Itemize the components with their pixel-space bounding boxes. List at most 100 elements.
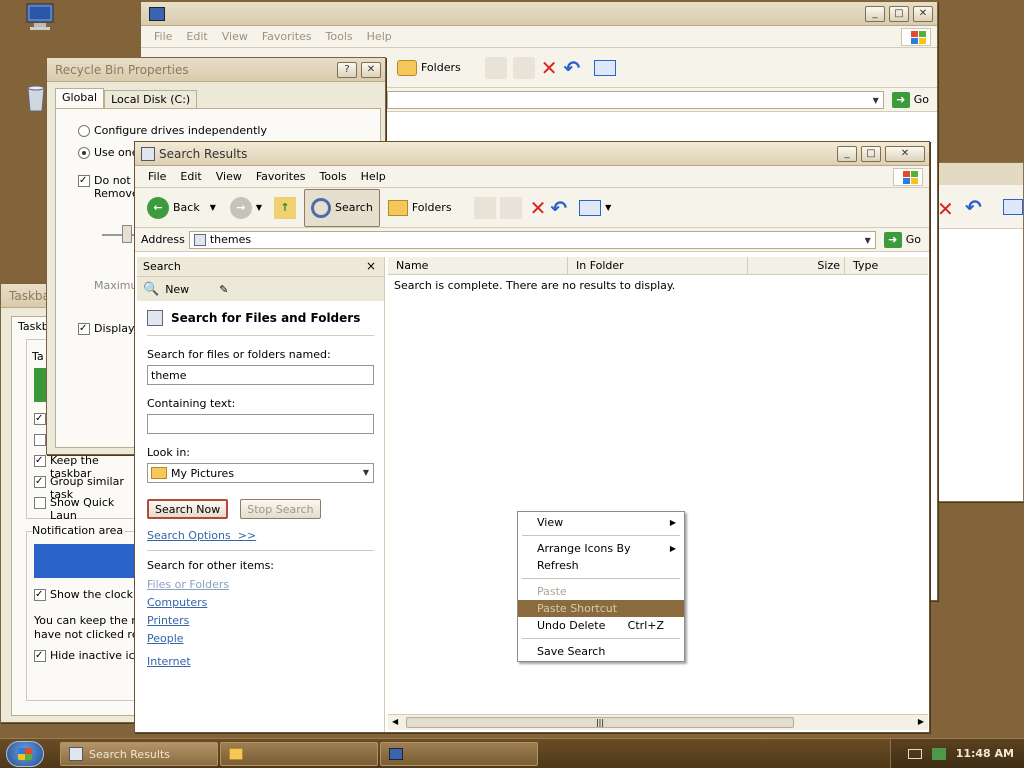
menu-file[interactable]: File: [147, 30, 179, 43]
checkbox-row[interactable]: ✓: [34, 413, 46, 425]
my-computer-desktop-icon[interactable]: [24, 2, 56, 34]
menu-item-paste-shortcut[interactable]: Paste Shortcut: [518, 600, 684, 617]
checkbox-clock[interactable]: ✓: [34, 589, 46, 601]
menu-favorites[interactable]: Favorites: [249, 170, 313, 183]
checkbox-hide-inactive[interactable]: ✓: [34, 650, 46, 662]
close-button[interactable]: ✕: [885, 145, 925, 162]
back-dropdown-icon[interactable]: ▼: [210, 203, 216, 212]
computers-link[interactable]: Computers: [147, 596, 374, 609]
maximize-button[interactable]: □: [889, 5, 909, 22]
scroll-right-icon[interactable]: ▶: [918, 717, 924, 726]
look-in-dropdown-icon[interactable]: ▼: [363, 468, 369, 477]
checkbox-keep[interactable]: ✓: [34, 455, 46, 467]
menu-view[interactable]: View: [209, 170, 249, 183]
move-to-icon[interactable]: [484, 56, 507, 79]
menu-item-save-search[interactable]: Save Search: [518, 643, 684, 660]
up-folder-icon[interactable]: ↑: [274, 196, 297, 219]
go-button[interactable]: ➜ Go: [888, 91, 937, 108]
close-button[interactable]: ✕: [913, 5, 933, 22]
help-button[interactable]: ?: [337, 61, 357, 78]
menu-help[interactable]: Help: [354, 170, 393, 183]
look-in-select[interactable]: My Pictures ▼: [147, 463, 374, 483]
search-button[interactable]: Search: [304, 188, 380, 227]
folders-button[interactable]: Folders: [397, 59, 461, 76]
delete-icon[interactable]: ✕: [530, 196, 547, 220]
column-type[interactable]: Type: [845, 257, 928, 275]
address-field[interactable]: ▼: [387, 90, 884, 109]
tab-taskbar[interactable]: Taskb: [18, 320, 49, 333]
checkbox-quick-launch[interactable]: [34, 497, 46, 509]
internet-link[interactable]: Internet: [147, 655, 374, 668]
copy-to-icon[interactable]: [512, 56, 535, 79]
files-or-folders-link[interactable]: Files or Folders: [147, 578, 374, 591]
views-icon[interactable]: [1003, 199, 1023, 215]
views-icon[interactable]: [579, 199, 602, 216]
containing-text-input[interactable]: [147, 414, 374, 434]
close-button[interactable]: ✕: [361, 61, 381, 78]
tab-local-disk[interactable]: Local Disk (C:): [104, 90, 198, 108]
new-search-button[interactable]: New: [165, 283, 189, 296]
undo-icon[interactable]: ↶: [550, 196, 567, 220]
checkbox-group[interactable]: ✓: [34, 476, 46, 488]
menu-file[interactable]: File: [141, 170, 173, 183]
delete-icon[interactable]: ✕: [937, 197, 954, 221]
network-icon[interactable]: [931, 747, 946, 760]
menu-edit[interactable]: Edit: [173, 170, 208, 183]
column-in-folder[interactable]: In Folder: [568, 256, 748, 275]
checkbox-do-not-move[interactable]: ✓: [78, 175, 90, 187]
tab-global[interactable]: Global: [55, 88, 105, 108]
forward-arrow-icon[interactable]: →: [229, 196, 252, 219]
clock[interactable]: 11:48 AM: [956, 747, 1014, 760]
taskbar-button-search-results[interactable]: Search Results: [60, 742, 218, 766]
views-icon[interactable]: [594, 59, 617, 76]
radio-configure[interactable]: [78, 125, 90, 137]
maximize-button[interactable]: □: [861, 145, 881, 162]
move-to-icon[interactable]: [473, 196, 496, 219]
horizontal-scrollbar[interactable]: ◀ ||| ▶: [388, 714, 928, 730]
stop-search-button[interactable]: Stop Search: [240, 499, 321, 519]
delete-icon[interactable]: ✕: [541, 56, 558, 80]
go-button[interactable]: ➜ Go: [880, 231, 929, 248]
start-button[interactable]: [6, 741, 44, 767]
search-companion-icon[interactable]: ✎: [219, 283, 228, 296]
address-dropdown-icon[interactable]: ▼: [865, 236, 871, 245]
taskbar-button-folder[interactable]: [220, 742, 378, 766]
scroll-thumb[interactable]: |||: [406, 717, 794, 728]
back-button[interactable]: ← Back ▼: [147, 196, 216, 219]
close-pane-icon[interactable]: ×: [366, 259, 376, 273]
minimize-button[interactable]: _: [865, 5, 885, 22]
menu-item-view[interactable]: View ▶: [518, 514, 684, 531]
search-options-link[interactable]: Search Options >>: [147, 529, 374, 542]
undo-icon[interactable]: ↶: [564, 56, 581, 80]
search-now-button[interactable]: Search Now: [147, 499, 229, 519]
forward-dropdown-icon[interactable]: ▼: [256, 203, 262, 212]
column-name[interactable]: Name: [388, 256, 568, 275]
address-field[interactable]: themes ▼: [188, 230, 876, 249]
menu-item-arrange[interactable]: Arrange Icons By ▶: [518, 540, 684, 557]
folders-button[interactable]: Folders: [387, 199, 452, 216]
menu-item-refresh[interactable]: Refresh: [518, 557, 684, 574]
minimize-button[interactable]: _: [837, 145, 857, 162]
menu-item-undo-delete[interactable]: Undo Delete Ctrl+Z: [518, 617, 684, 634]
menu-help[interactable]: Help: [360, 30, 399, 43]
checkbox-display[interactable]: ✓: [78, 323, 90, 335]
printers-link[interactable]: Printers: [147, 614, 374, 627]
undo-icon[interactable]: ↶: [965, 195, 982, 219]
copy-to-icon[interactable]: [499, 196, 522, 219]
taskbar-button-explorer[interactable]: [380, 742, 538, 766]
views-dropdown-icon[interactable]: ▼: [605, 203, 611, 212]
slider-thumb[interactable]: [122, 225, 132, 243]
recycle-bin-desktop-icon[interactable]: [26, 84, 46, 112]
people-link[interactable]: People: [147, 632, 374, 645]
keyboard-icon[interactable]: [907, 748, 922, 759]
menu-item-paste[interactable]: Paste: [518, 583, 684, 600]
menu-tools[interactable]: Tools: [319, 30, 360, 43]
menu-edit[interactable]: Edit: [179, 30, 214, 43]
menu-view[interactable]: View: [215, 30, 255, 43]
column-size[interactable]: Size: [748, 256, 845, 275]
checkbox-row[interactable]: [34, 434, 46, 446]
menu-favorites[interactable]: Favorites: [255, 30, 319, 43]
filename-input[interactable]: theme: [147, 365, 374, 385]
scroll-left-icon[interactable]: ◀: [392, 717, 398, 726]
menu-tools[interactable]: Tools: [313, 170, 354, 183]
